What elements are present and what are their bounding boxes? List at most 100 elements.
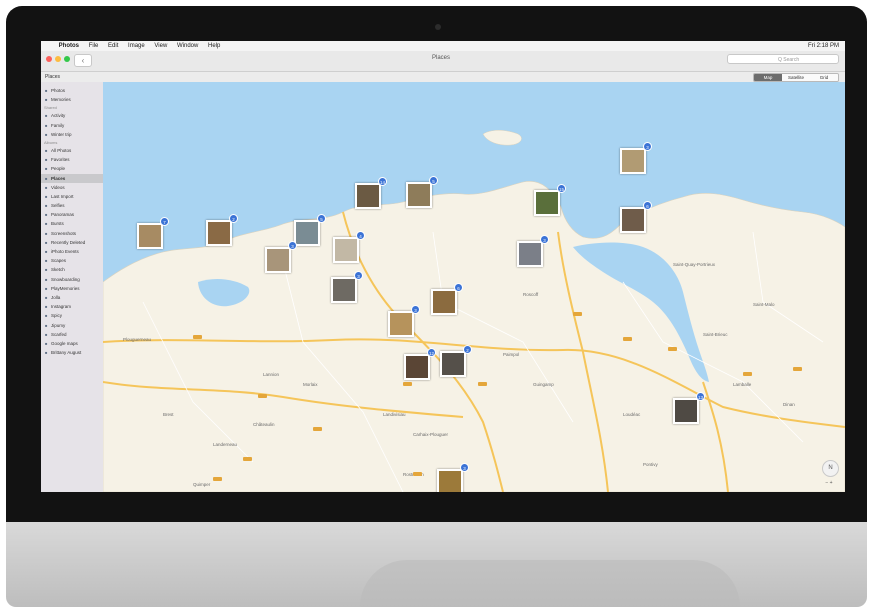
sidebar-item-label: Brittany August — [51, 350, 82, 356]
sidebar-item-jolla[interactable]: ■ Jolla — [41, 293, 103, 302]
tab-grid[interactable]: Grid — [810, 74, 838, 81]
menubar-clock[interactable]: Fri 2:18 PM — [808, 41, 839, 51]
photo-location-pin[interactable]: 5 — [294, 214, 326, 246]
photo-location-pin[interactable]: 14 — [355, 177, 387, 209]
photo-count-badge: 15 — [556, 184, 566, 193]
photo-count-badge: 4 — [356, 231, 365, 240]
sidebar-item-scarfed[interactable]: ■ Scarfed — [41, 330, 103, 339]
sidebar-item-label: Panoramas — [51, 212, 75, 218]
sidebar-item-places[interactable]: ■ Places — [41, 173, 103, 183]
close-button[interactable] — [46, 56, 52, 62]
map-town-label: Paimpol — [503, 352, 520, 357]
photo-location-pin[interactable]: 2 — [206, 214, 238, 246]
photo-count-badge: 3 — [460, 463, 469, 472]
search-input[interactable]: Q Search — [727, 54, 839, 64]
sidebar-item-label: PlayMemories — [51, 285, 80, 291]
zoom-button[interactable] — [64, 56, 70, 62]
sidebar-item-spicy[interactable]: ■ Spicy — [41, 311, 103, 320]
sidebar-item-scapes[interactable]: ■ Scapes — [41, 256, 103, 265]
menu-view[interactable]: View — [154, 41, 167, 51]
places-map[interactable]: Plouguerneau Lannion Morlaix Brest Landernea… — [103, 82, 845, 492]
sidebar-item-recently-deleted[interactable]: ■ Recently Deleted — [41, 238, 103, 247]
photo-count-badge: 3 — [354, 271, 363, 280]
sidebar-item-jipumy[interactable]: ■ Jipumy — [41, 321, 103, 330]
photo-location-pin[interactable]: 3 — [437, 463, 469, 492]
sidebar-item-google-maps[interactable]: ■ Google maps — [41, 339, 103, 348]
camera — [435, 24, 441, 30]
menu-file[interactable]: File — [89, 41, 99, 51]
window-title: Places — [431, 55, 450, 61]
sidebar-item-activity[interactable]: ■ Activity — [41, 111, 103, 120]
road-number-shield — [413, 472, 422, 476]
sidebar-item-screenshots[interactable]: ■ Screenshots — [41, 229, 103, 238]
sidebar-item-bursts[interactable]: ■ Bursts — [41, 219, 103, 228]
sidebar-item-panoramas[interactable]: ■ Panoramas — [41, 210, 103, 219]
photo-location-pin[interactable]: 13 — [673, 392, 705, 424]
photo-location-pin[interactable]: 2 — [440, 345, 472, 377]
tab-satellite[interactable]: Satellite — [782, 74, 810, 81]
sidebar-item-playmemories[interactable]: ■ PlayMemories — [41, 284, 103, 293]
photo-location-pin[interactable]: 3 — [331, 271, 363, 303]
sidebar-item-winter-trip[interactable]: ■ Winter trip — [41, 130, 103, 139]
menu-edit[interactable]: Edit — [108, 41, 118, 51]
sidebar-item-people[interactable]: ■ People — [41, 164, 103, 173]
menu-image[interactable]: Image — [128, 41, 145, 51]
photo-location-pin[interactable]: 7 — [137, 217, 169, 249]
zoom-control[interactable]: − + — [819, 480, 839, 487]
photo-count-badge: 3 — [643, 142, 652, 151]
photo-location-pin[interactable]: 3 — [620, 142, 652, 174]
sidebar-item-last-import[interactable]: ■ Last Import — [41, 192, 103, 201]
sidebar-item-instagram[interactable]: ■ Instagram — [41, 302, 103, 311]
compass-icon[interactable]: N — [822, 460, 839, 477]
sidebar-item-brittany-august[interactable]: ■ Brittany August — [41, 348, 103, 357]
road-number-shield — [193, 335, 202, 339]
sidebar-item-favorites[interactable]: ■ Favorites — [41, 155, 103, 164]
photo-count-badge: 6 — [643, 201, 652, 210]
photo-location-pin[interactable]: 3 — [388, 305, 420, 337]
map-view-segmented-control: Map Satellite Grid — [753, 73, 839, 82]
back-button[interactable]: ‹ — [74, 54, 92, 67]
photo-location-pin[interactable]: 12 — [404, 348, 436, 380]
photo-count-badge: 3 — [540, 235, 549, 244]
photo-location-pin[interactable]: 5 — [406, 176, 438, 208]
sidebar-item-label: Spicy — [51, 313, 63, 319]
page-title: Places — [45, 74, 61, 80]
menu-bar: Photos File Edit Image View Window Help … — [41, 41, 845, 51]
sidebar-item-label: Memories — [51, 97, 71, 103]
photo-location-pin[interactable]: 3 — [517, 235, 549, 267]
map-town-label: Lannion — [263, 372, 280, 377]
tab-map[interactable]: Map — [754, 74, 782, 81]
minimize-button[interactable] — [55, 56, 61, 62]
photo-location-pin[interactable]: 6 — [431, 283, 463, 315]
sidebar-item-family[interactable]: ■ Family — [41, 121, 103, 130]
photo-location-pin[interactable]: 4 — [333, 231, 365, 263]
photo-count-badge: 2 — [463, 345, 472, 354]
road-number-shield — [668, 347, 677, 351]
sidebar-item-selfies[interactable]: ■ Selfies — [41, 201, 103, 210]
sidebar-item-all-photos[interactable]: ■ All Photos — [41, 146, 103, 155]
sidebar-item-memories[interactable]: ■ Memories — [41, 95, 103, 104]
road-number-shield — [403, 382, 412, 386]
photo-location-pin[interactable]: 3 — [265, 241, 297, 273]
sidebar-item-label: Scarfed — [51, 331, 67, 337]
map-town-label: Saint-Quay-Portrieux — [673, 262, 716, 267]
window-toolbar: ‹ Places Q Search — [41, 51, 845, 72]
road-number-shield — [793, 367, 802, 371]
menu-help[interactable]: Help — [208, 41, 220, 51]
menu-photos[interactable]: Photos — [59, 41, 79, 51]
sidebar-section-header: Albums — [44, 139, 58, 145]
sidebar-item-videos[interactable]: ■ Videos — [41, 183, 103, 192]
sidebar-item-snowboarding[interactable]: ■ Snowboarding — [41, 275, 103, 284]
sidebar-item-iphoto-events[interactable]: ■ iPhoto Events — [41, 247, 103, 256]
photo-count-badge: 3 — [411, 305, 420, 314]
map-canvas — [103, 82, 845, 492]
menu-window[interactable]: Window — [177, 41, 198, 51]
sidebar-item-label: People — [51, 166, 66, 172]
photo-location-pin[interactable]: 15 — [534, 184, 566, 216]
sidebar-item-sketch[interactable]: ■ Sketch — [41, 265, 103, 274]
map-town-label: Quimper — [193, 482, 211, 487]
sidebar-item-label: Photos — [51, 88, 66, 93]
map-town-label: Plouguerneau — [123, 337, 152, 342]
sidebar-item-photos[interactable]: ■ Photos — [41, 86, 103, 95]
photo-location-pin[interactable]: 6 — [620, 201, 652, 233]
